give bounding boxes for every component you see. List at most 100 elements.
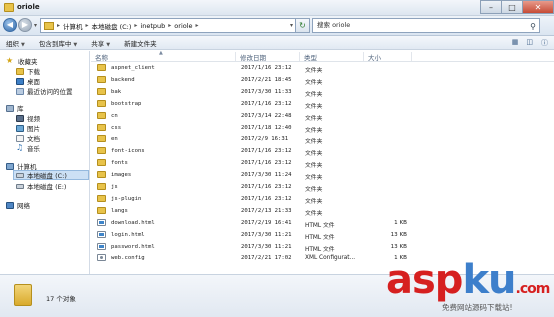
sidebar-item-label: 桌面 [27, 78, 40, 86]
table-row[interactable]: login.html 2017/3/30 11:21 HTML 文件 13 KB [91, 229, 421, 241]
recent-places-icon [16, 87, 24, 95]
file-date: 2017/3/30 11:33 [241, 88, 292, 95]
column-header-name[interactable]: 名称 ▲ [91, 50, 236, 62]
sidebar-item-pictures[interactable]: 图片 [16, 123, 40, 133]
file-type: 文件夹 [305, 139, 323, 146]
sidebar-item-network[interactable]: 网络 [6, 200, 30, 210]
file-name: aspnet_client [111, 65, 155, 71]
config-file-icon [97, 254, 106, 262]
sidebar-item-label: 本地磁盘 (E:) [27, 183, 67, 191]
table-row[interactable]: font-icons 2017/1/16 23:12 文件夹 [91, 145, 421, 157]
table-row[interactable]: css 2017/1/18 12:40 文件夹 [91, 122, 421, 134]
address-dropdown-icon[interactable]: ▾ [290, 22, 293, 29]
file-type: 文件夹 [305, 198, 323, 205]
breadcrumb-separator-icon[interactable]: ▸ [168, 22, 171, 29]
folder-icon [97, 111, 106, 119]
breadcrumb-computer[interactable]: 计算机 [63, 21, 83, 31]
breadcrumb-inetpub[interactable]: inetpub [140, 22, 165, 30]
table-row[interactable]: bak 2017/3/30 11:33 文件夹 [91, 86, 421, 98]
new-folder-button[interactable]: 新建文件夹 [124, 38, 157, 48]
minimize-button[interactable]: – [480, 0, 502, 14]
file-name: en [111, 136, 118, 143]
watermark-tagline: 免费网站源码下载站! [442, 303, 513, 312]
close-button[interactable]: ✕ [522, 0, 554, 14]
title-bar: oriole – □ ✕ [0, 0, 554, 16]
file-date: 2017/1/16 23:12 [241, 65, 292, 71]
folder-icon [97, 206, 106, 214]
folder-icon [97, 159, 106, 167]
folder-icon [97, 194, 106, 202]
breadcrumb-separator-icon[interactable]: ▸ [57, 22, 60, 29]
back-button[interactable]: ◀ [3, 18, 17, 32]
table-row[interactable]: images 2017/3/30 11:24 文件夹 [91, 169, 421, 181]
table-row[interactable]: langs 2017/2/13 21:33 文件夹 [91, 205, 421, 217]
sidebar-item-label: 文档 [27, 135, 40, 143]
downloads-folder-icon [16, 67, 24, 75]
file-list: aspnet_client 2017/1/16 23:12 文件夹 backend 20… [91, 62, 554, 274]
sidebar-item-videos[interactable]: 视频 [16, 113, 40, 123]
folder-icon [44, 21, 54, 30]
folder-icon [97, 171, 106, 179]
breadcrumb-drive-c[interactable]: 本地磁盘 (C:) [92, 21, 132, 31]
sidebar-item-libraries[interactable]: 库 [6, 103, 24, 113]
breadcrumb-separator-icon[interactable]: ▸ [86, 22, 89, 29]
file-name: bak [111, 88, 122, 95]
folder-icon [97, 183, 106, 190]
sidebar-item-label: 视频 [27, 115, 40, 123]
sidebar-item-favorites[interactable]: ★ 收藏夹 [6, 56, 38, 67]
organize-button[interactable]: 组织 ▼ [6, 38, 25, 48]
table-row[interactable]: en 2017/2/9 16:31 文件夹 [91, 133, 421, 145]
file-name: font-icons [111, 148, 145, 155]
drive-icon [16, 172, 24, 178]
table-row[interactable]: download.html 2017/2/19 16:41 HTML 文件 1 KB [91, 217, 421, 229]
sidebar-item-label: 最近访问的位置 [27, 88, 73, 96]
sidebar-item-recent-places[interactable]: 最近访问的位置 [16, 86, 73, 96]
file-date: 2017/1/16 23:12 [241, 100, 292, 107]
refresh-button[interactable]: ↻ [296, 18, 310, 33]
breadcrumb-separator-icon[interactable]: ▸ [134, 22, 137, 29]
search-icon[interactable]: ⚲ [530, 20, 536, 33]
table-row[interactable]: aspnet_client 2017/1/16 23:12 文件夹 [91, 62, 421, 74]
include-in-library-button[interactable]: 包含到库中 ▼ [39, 38, 77, 48]
sidebar-item-drive-e[interactable]: 本地磁盘 (E:) [16, 181, 66, 191]
table-row[interactable]: backend 2017/2/21 18:45 文件夹 [91, 74, 421, 86]
maximize-button[interactable]: □ [501, 0, 523, 14]
window-title: oriole [17, 3, 40, 11]
file-date: 2017/1/18 12:40 [241, 124, 292, 131]
table-row[interactable]: cn 2017/3/14 22:48 文件夹 [91, 110, 421, 122]
breadcrumb-oriole[interactable]: oriole [174, 22, 192, 30]
share-button[interactable]: 共享 ▼ [91, 38, 110, 48]
column-header-date[interactable]: 修改日期 [236, 52, 300, 62]
table-row[interactable]: js-plugin 2017/1/16 23:12 文件夹 [91, 193, 421, 205]
file-name: cn [111, 112, 118, 119]
breadcrumb-separator-icon[interactable]: ▸ [196, 22, 199, 29]
column-header-type[interactable]: 类型 [300, 52, 364, 62]
table-row[interactable]: js 2017/1/16 23:12 文件夹 [91, 181, 421, 193]
recent-pages-dropdown-icon[interactable]: ▾ [34, 22, 37, 29]
address-bar[interactable]: ▸ 计算机 ▸ 本地磁盘 (C:) ▸ inetpub ▸ oriole ▸ ▾ [40, 18, 296, 33]
search-input[interactable]: 搜索 oriole ⚲ [312, 18, 540, 33]
help-icon[interactable]: ⓘ [541, 38, 548, 48]
table-row[interactable]: password.html 2017/3/30 11:21 HTML 文件 13 KB [91, 241, 421, 253]
forward-button[interactable]: ▶ [18, 18, 32, 32]
sidebar-item-drive-c[interactable]: 本地磁盘 (C:) [13, 170, 89, 180]
organize-label: 组织 [6, 39, 19, 48]
table-row[interactable]: bootstrap 2017/1/16 23:12 文件夹 [91, 98, 421, 110]
file-type: HTML 文件 [305, 246, 335, 253]
address-row: ◀ ▶ ▾ ▸ 计算机 ▸ 本地磁盘 (C:) ▸ inetpub ▸ orio… [0, 16, 554, 36]
drive-icon [16, 183, 24, 189]
column-header-size[interactable]: 大小 [364, 52, 412, 62]
picture-icon [16, 124, 24, 132]
table-row[interactable]: web.config 2017/2/21 17:02 XML Configurat.… [91, 252, 421, 264]
sidebar-item-documents[interactable]: 文档 [16, 133, 40, 143]
view-options-icon[interactable]: ▦ [512, 38, 519, 48]
sidebar-item-desktop[interactable]: 桌面 [16, 76, 40, 86]
folder-icon [4, 3, 14, 12]
chevron-down-icon: ▼ [21, 41, 25, 48]
sidebar-item-downloads[interactable]: 下载 [16, 66, 40, 76]
table-row[interactable]: fonts 2017/1/16 23:12 文件夹 [91, 157, 421, 169]
file-name: bootstrap [111, 100, 142, 107]
preview-pane-icon[interactable]: ◫ [526, 38, 533, 48]
folder-icon [97, 64, 106, 71]
sidebar-item-music[interactable]: ♫ 音乐 [16, 143, 40, 154]
